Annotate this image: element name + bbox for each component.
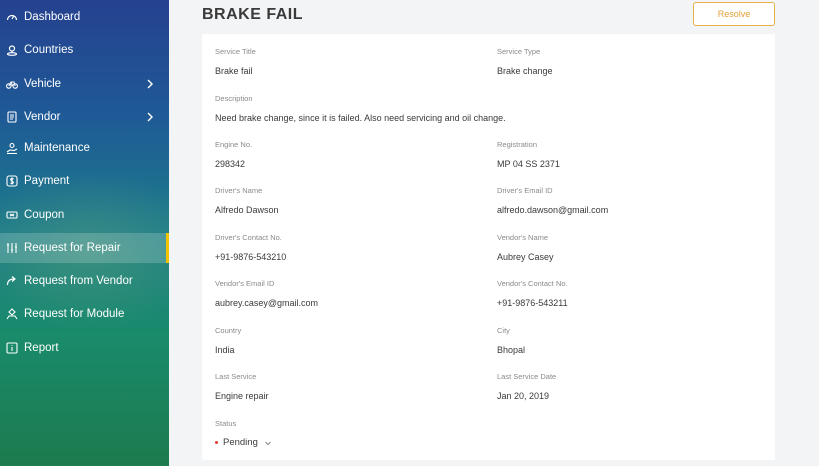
field-value: +91-9876-543210 xyxy=(215,252,287,262)
field-value: MP 04 SS 2371 xyxy=(497,159,560,169)
sidebar-item-label: Payment xyxy=(24,175,70,187)
dollar-icon xyxy=(6,175,18,187)
chevron-right-icon xyxy=(147,112,153,122)
forward-arrow-icon xyxy=(6,275,18,287)
coupon-ticket-icon xyxy=(6,209,18,221)
sidebar-item-label: Report xyxy=(24,342,59,354)
info-report-icon xyxy=(6,342,18,354)
sidebar-item-vehicle[interactable]: Vehicle xyxy=(0,69,169,99)
driver-contact-field: Driver's Contact No. +91-9876-543210 xyxy=(215,233,286,262)
field-label: City xyxy=(497,326,510,335)
engine-no-field: Engine No. 298342 xyxy=(215,140,252,169)
vendor-name-field: Vendor's Name Aubrey Casey xyxy=(497,233,554,262)
request-details-card: Service Title Brake fail Service Type Br… xyxy=(202,34,775,460)
country-field: Country India xyxy=(215,326,241,355)
description-field: Description Need brake change, since it … xyxy=(215,94,506,123)
registration-field: Registration MP 04 SS 2371 xyxy=(497,140,560,169)
field-label: Registration xyxy=(497,140,538,149)
field-value: aubrey.casey@gmail.com xyxy=(215,298,319,308)
field-value: Brake change xyxy=(497,66,553,76)
field-label: Driver's Email ID xyxy=(497,186,553,195)
field-label: Last Service Date xyxy=(497,372,557,381)
field-label: Engine No. xyxy=(215,140,253,149)
driver-email-field: Driver's Email ID alfredo.dawson@gmail.c… xyxy=(497,186,608,215)
field-value: Need brake change, since it is failed. A… xyxy=(215,113,506,123)
sidebar-item-request-for-module[interactable]: Request for Module xyxy=(0,299,169,329)
status-dropdown[interactable]: Pending xyxy=(215,437,272,448)
field-label: Vendor's Name xyxy=(497,233,549,242)
field-value: Bhopal xyxy=(497,345,526,355)
field-value: Aubrey Casey xyxy=(497,252,554,262)
last-service-date-field: Last Service Date Jan 20, 2019 xyxy=(497,372,556,401)
resolve-button[interactable]: Resolve xyxy=(693,2,775,26)
document-list-icon xyxy=(6,111,18,123)
field-value: Alfredo Dawson xyxy=(215,205,279,215)
field-value: Brake fail xyxy=(215,66,253,76)
field-label: Service Type xyxy=(497,47,541,56)
status-dot-icon xyxy=(215,441,218,444)
sidebar-item-dashboard[interactable]: Dashboard xyxy=(0,2,169,32)
field-value: +91-9876-543211 xyxy=(497,298,568,308)
field-label: Service Title xyxy=(215,47,256,56)
field-label: Status xyxy=(215,419,237,428)
field-label: Vendor's Contact No. xyxy=(497,279,568,288)
location-pin-icon xyxy=(6,44,18,56)
field-label: Last Service xyxy=(215,372,257,381)
sidebar-item-request-for-repair[interactable]: Request for Repair xyxy=(0,233,169,263)
driver-name-field: Driver's Name Alfredo Dawson xyxy=(215,186,279,215)
field-label: Vendor's Email ID xyxy=(215,279,275,288)
field-label: Driver's Contact No. xyxy=(215,233,282,242)
field-label: Driver's Name xyxy=(215,186,263,195)
vendor-contact-field: Vendor's Contact No. +91-9876-543211 xyxy=(497,279,568,308)
sidebar-item-label: Coupon xyxy=(24,209,65,221)
service-title-field: Service Title Brake fail xyxy=(215,47,256,76)
city-field: City Bhopal xyxy=(497,326,525,355)
sidebar-item-report[interactable]: Report xyxy=(0,333,169,363)
sidebar-item-label: Request for Module xyxy=(24,308,125,320)
hand-service-icon xyxy=(6,142,18,154)
dashboard-gauge-icon xyxy=(6,11,18,23)
field-value: 298342 xyxy=(215,159,246,169)
sidebar-item-payment[interactable]: Payment xyxy=(0,166,169,196)
sidebar-item-countries[interactable]: Countries xyxy=(0,35,169,65)
sidebar-item-label: Countries xyxy=(24,44,74,56)
chevron-down-icon xyxy=(264,441,271,445)
sidebar-item-maintenance[interactable]: Maintenance xyxy=(0,133,169,163)
field-label: Description xyxy=(215,94,253,103)
field-value: Engine repair xyxy=(215,391,269,401)
vendor-email-field: Vendor's Email ID aubrey.casey@gmail.com xyxy=(215,279,318,308)
field-value: alfredo.dawson@gmail.com xyxy=(497,205,609,215)
sidebar-item-label: Maintenance xyxy=(24,142,90,154)
field-value: Jan 20, 2019 xyxy=(497,391,550,401)
sidebar-item-request-from-vendor[interactable]: Request from Vendor xyxy=(0,266,169,296)
sidebar-item-vendor[interactable]: Vendor xyxy=(0,102,169,132)
bicycle-icon xyxy=(6,78,18,90)
tools-icon xyxy=(6,242,18,254)
module-hand-icon xyxy=(6,308,18,320)
sidebar-item-coupon[interactable]: Coupon xyxy=(0,200,169,230)
sidebar-item-label: Dashboard xyxy=(24,11,81,23)
field-value: India xyxy=(215,345,235,355)
sidebar-item-label: Request for Repair xyxy=(24,242,121,254)
sidebar: Dashboard Countries Vehicle Vendor Maint… xyxy=(0,0,169,466)
sidebar-item-label: Request from Vendor xyxy=(24,275,133,287)
field-label: Country xyxy=(215,326,242,335)
last-service-field: Last Service Engine repair xyxy=(215,372,269,401)
service-type-field: Service Type Brake change xyxy=(497,47,553,76)
chevron-right-icon xyxy=(147,79,153,89)
status-value: Pending xyxy=(223,437,258,448)
page-title: BRAKE FAIL xyxy=(202,6,303,23)
status-field: Status Pending xyxy=(215,419,272,448)
